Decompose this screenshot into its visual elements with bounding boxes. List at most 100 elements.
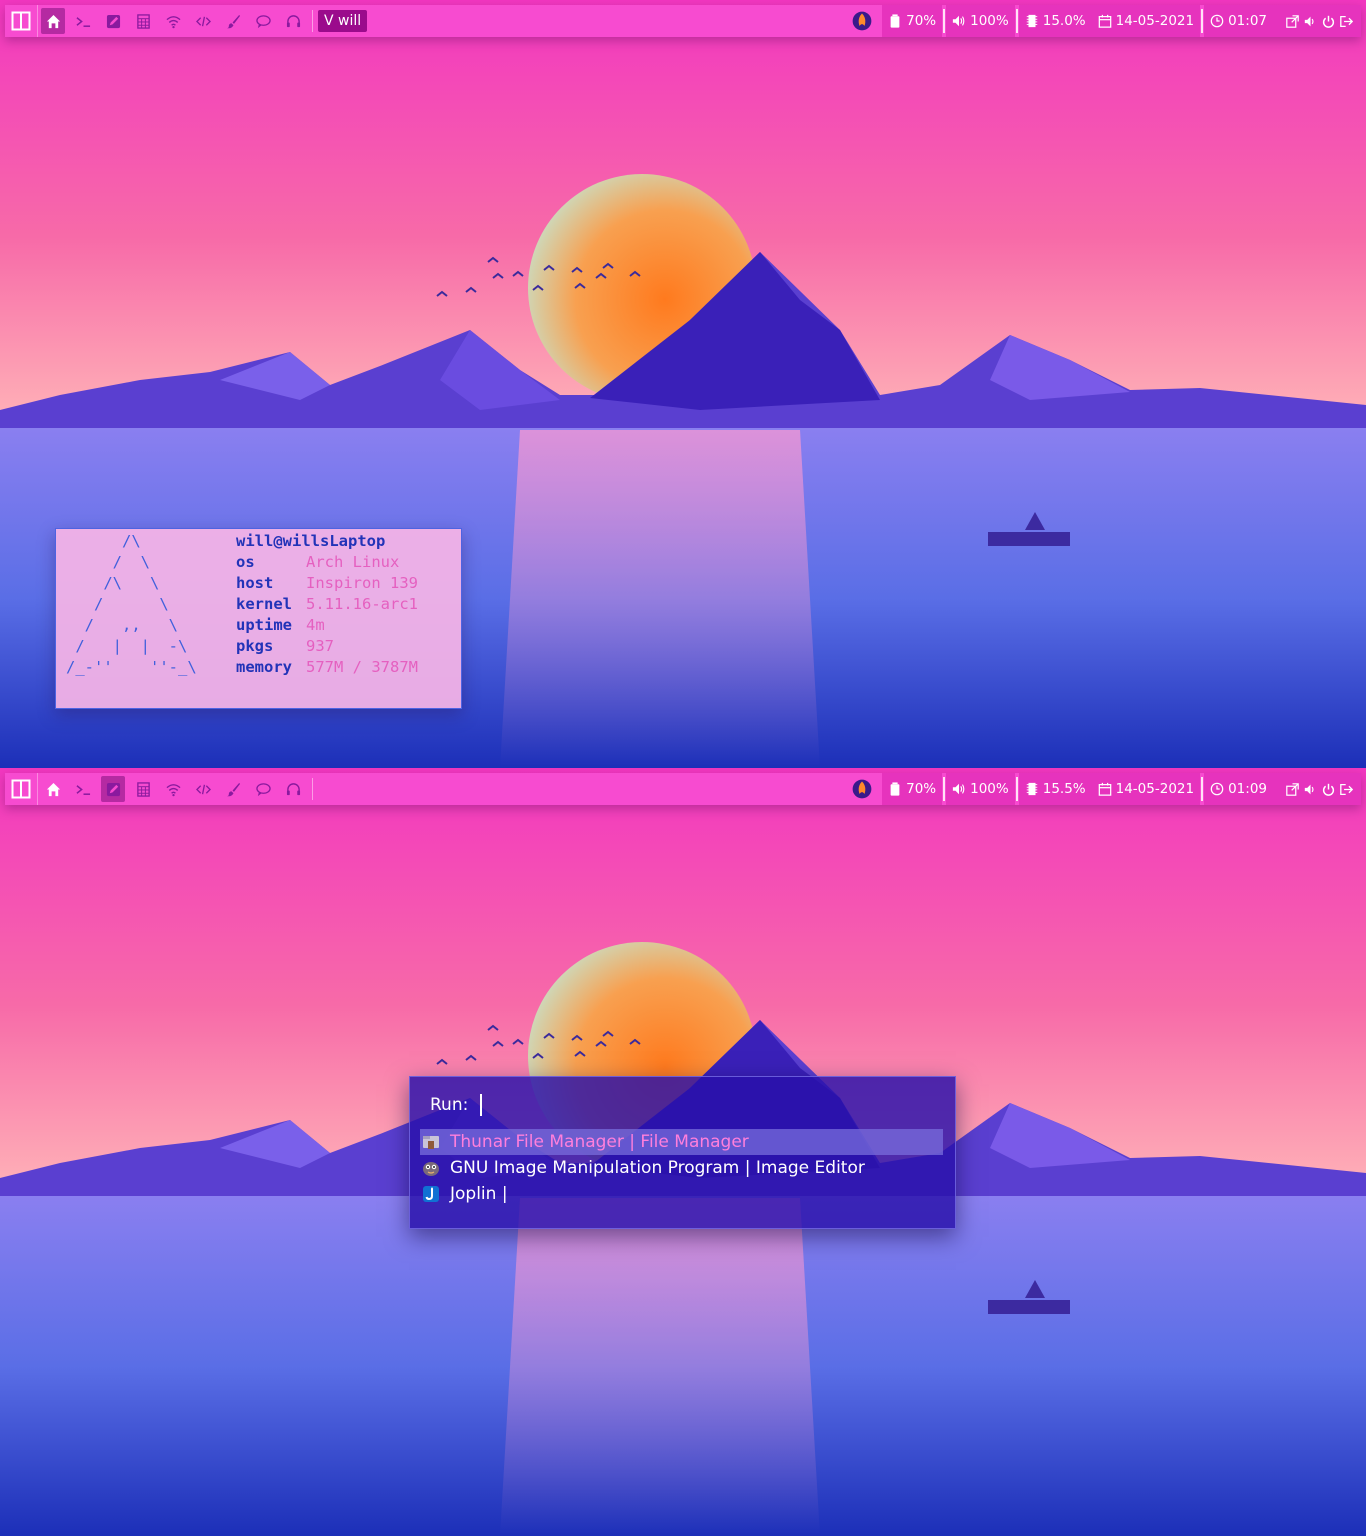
workspace-wifi[interactable] — [161, 8, 185, 34]
workspace-brush[interactable] — [221, 776, 245, 802]
cpu-indicator[interactable]: 15.0% — [1018, 5, 1092, 37]
code-icon — [195, 16, 211, 26]
app-launcher-button[interactable] — [846, 5, 882, 37]
info-value: 5.11.16-arc1 — [306, 595, 418, 613]
workspace-edit[interactable] — [101, 8, 125, 34]
layout-toggle-button[interactable] — [5, 773, 38, 805]
logout-icon — [1340, 783, 1353, 795]
open-external-button[interactable] — [1286, 14, 1299, 28]
workspace-calculator[interactable] — [131, 8, 155, 34]
edit-icon — [106, 782, 120, 796]
volume-icon — [953, 15, 965, 27]
workspace-headphones[interactable] — [281, 776, 305, 802]
workspace-edit[interactable] — [101, 776, 125, 802]
top-panel: V will 70% 100% 15.0% 14-05-2021 01:07 — [5, 5, 1361, 37]
desktop-screen-top: V will 70% 100% 15.0% 14-05-2021 01:07 /… — [0, 0, 1366, 768]
power-button[interactable] — [1322, 15, 1335, 28]
home-icon — [46, 782, 60, 796]
info-value: Arch Linux — [306, 553, 400, 571]
info-row-kernel: kernel 5.11.16-arc1 — [236, 594, 418, 615]
run-item-thunar[interactable]: Thunar File Manager | File Manager — [420, 1129, 943, 1155]
run-item-gimp[interactable]: GNU Image Manipulation Program | Image E… — [420, 1155, 943, 1181]
info-key: os — [236, 553, 255, 571]
chat-icon — [255, 14, 271, 28]
clock-indicator[interactable]: 01:09 — [1204, 773, 1273, 805]
cpu-icon — [1026, 782, 1037, 796]
battery-icon — [890, 782, 900, 796]
workspace-home[interactable] — [41, 776, 65, 802]
volume-value: 100% — [970, 13, 1009, 29]
run-results-list: Thunar File Manager | File Manager GNU I… — [420, 1129, 943, 1207]
volume-button[interactable] — [1304, 15, 1317, 28]
launcher-logo-icon — [852, 11, 872, 31]
run-item-joplin[interactable]: Joplin | — [420, 1181, 943, 1207]
calendar-icon — [1098, 782, 1111, 796]
workspace-chat[interactable] — [251, 776, 275, 802]
volume-icon — [953, 783, 965, 795]
workspace-terminal[interactable] — [71, 776, 95, 802]
home-icon — [46, 14, 60, 28]
logout-icon — [1340, 15, 1353, 27]
edit-icon — [106, 14, 120, 28]
info-row-pkgs: pkgs 937 — [236, 636, 418, 657]
info-value: 577M / 3787M — [306, 658, 418, 676]
workspace-wifi[interactable] — [161, 776, 185, 802]
arch-ascii-logo: /\ / \ /\ \ / \ / ,, \ / | | -\ /_-'' ''… — [66, 532, 197, 676]
volume-button[interactable] — [1304, 783, 1317, 796]
workspace-calculator[interactable] — [131, 776, 155, 802]
battery-indicator[interactable]: 70% — [882, 773, 943, 805]
top-panel: 70% 100% 15.5% 14-05-2021 01:09 — [5, 773, 1361, 805]
workspace-code[interactable] — [191, 8, 215, 34]
workspace-chat[interactable] — [251, 8, 275, 34]
launcher-logo-icon — [852, 779, 872, 799]
run-item-label: Thunar File Manager | File Manager — [450, 1132, 749, 1152]
battery-indicator[interactable]: 70% — [882, 5, 943, 37]
divider — [312, 778, 313, 800]
divider — [1015, 9, 1018, 33]
clock-icon — [1210, 14, 1224, 28]
divider — [1201, 9, 1204, 33]
divider — [312, 10, 313, 32]
gimp-icon — [422, 1159, 440, 1177]
time-value: 01:09 — [1228, 781, 1267, 797]
speaker-icon — [1304, 16, 1314, 26]
focused-window-title[interactable]: V will — [318, 10, 368, 32]
wifi-icon — [165, 783, 181, 796]
cpu-icon — [1026, 14, 1037, 28]
external-link-icon — [1286, 14, 1299, 28]
cpu-indicator[interactable]: 15.5% — [1018, 773, 1092, 805]
brush-icon — [226, 782, 240, 796]
run-input[interactable] — [480, 1094, 903, 1116]
logout-button[interactable] — [1340, 783, 1353, 796]
calendar-icon — [1098, 14, 1111, 28]
power-icon — [1322, 15, 1335, 28]
divider — [943, 9, 946, 33]
thunar-icon — [422, 1133, 440, 1151]
workspace-headphones[interactable] — [281, 8, 305, 34]
terminal-icon — [75, 784, 90, 795]
info-value: Inspiron 139 — [306, 574, 418, 592]
terminal-icon — [75, 16, 90, 27]
workspace-brush[interactable] — [221, 8, 245, 34]
workspace-code[interactable] — [191, 776, 215, 802]
calculator-icon — [136, 13, 150, 29]
logout-button[interactable] — [1340, 15, 1353, 28]
workspace-terminal[interactable] — [71, 8, 95, 34]
layout-toggle-button[interactable] — [5, 5, 38, 37]
system-info-window[interactable]: /\ / \ /\ \ / \ / ,, \ / | | -\ /_-'' ''… — [55, 528, 462, 709]
brush-icon — [226, 14, 240, 28]
split-layout-icon — [11, 11, 31, 31]
app-launcher-button[interactable] — [846, 773, 882, 805]
date-indicator[interactable]: 14-05-2021 — [1091, 773, 1201, 805]
info-value: 4m — [306, 616, 325, 634]
speaker-icon — [1304, 784, 1314, 794]
open-external-button[interactable] — [1286, 782, 1299, 796]
date-indicator[interactable]: 14-05-2021 — [1091, 5, 1201, 37]
workspace-home[interactable] — [41, 8, 65, 34]
clock-indicator[interactable]: 01:07 — [1204, 5, 1273, 37]
volume-indicator[interactable]: 100% — [946, 773, 1015, 805]
volume-indicator[interactable]: 100% — [946, 5, 1015, 37]
joplin-icon — [422, 1185, 440, 1203]
divider — [1201, 777, 1204, 801]
power-button[interactable] — [1322, 783, 1335, 796]
